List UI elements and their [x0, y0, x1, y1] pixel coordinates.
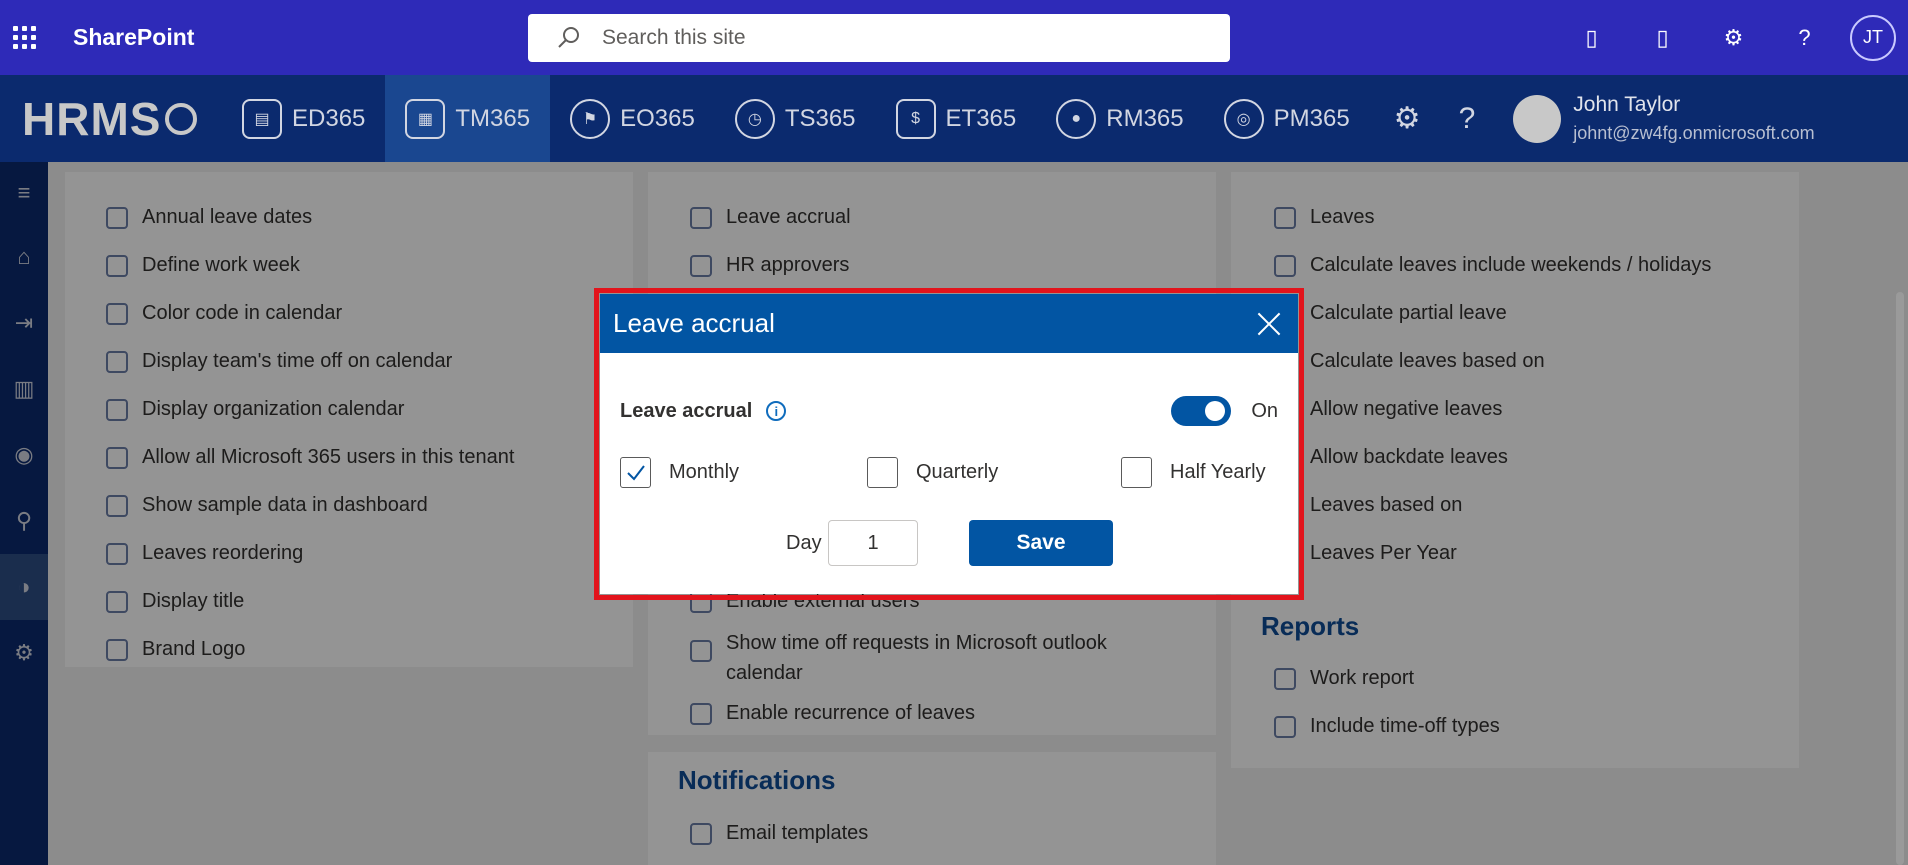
module-label: ED365 — [292, 104, 366, 132]
leave-accrual-dialog: Leave accrual Leave accrual i On Monthly… — [600, 294, 1298, 594]
notes-icon[interactable]: ▯ — [1556, 0, 1627, 75]
module-label: EO365 — [620, 104, 695, 132]
day-row: Day Save — [600, 520, 1298, 568]
module-ed365[interactable]: ▤ ED365 — [222, 75, 385, 162]
toggle-state-label: On — [1251, 399, 1278, 422]
brand-seal-icon — [165, 102, 198, 135]
user-avatar — [1513, 94, 1562, 143]
search-icon — [558, 27, 579, 48]
hrms-logo[interactable]: HRMS — [22, 92, 222, 146]
dialog-header: Leave accrual — [600, 294, 1298, 353]
settings-gear-icon[interactable]: ⚙ — [1698, 0, 1769, 75]
performance-icon: ◎ — [1223, 98, 1264, 139]
user-name: John Taylor — [1573, 93, 1681, 116]
module-ts365[interactable]: ◷ TS365 — [715, 75, 876, 162]
page-icon[interactable]: ▯ — [1627, 0, 1698, 75]
monthly-checkbox[interactable] — [620, 457, 651, 488]
person-icon: ● — [1056, 98, 1097, 139]
search-box[interactable]: Search this site — [528, 14, 1230, 62]
half-yearly-checkbox[interactable] — [1121, 457, 1152, 488]
page-scrollbar[interactable] — [1888, 162, 1908, 865]
module-tm365[interactable]: ▦ TM365 — [385, 75, 551, 162]
calendar-icon: ▦ — [405, 98, 446, 139]
app-launcher-icon[interactable] — [0, 0, 48, 75]
expense-icon: $ — [895, 98, 936, 139]
scrollbar-thumb[interactable] — [1896, 292, 1904, 865]
option-monthly[interactable]: Monthly — [620, 457, 739, 488]
module-et365[interactable]: $ ET365 — [876, 75, 1037, 162]
suite-bar: SharePoint Search this site ▯ ▯ ⚙ ? JT — [0, 0, 1908, 75]
user-email: johnt@zw4fg.onmicrosoft.com — [1573, 123, 1815, 143]
module-label: TM365 — [455, 104, 531, 132]
employee-directory-icon: ▤ — [242, 98, 282, 139]
accrual-toggle[interactable] — [1171, 396, 1232, 426]
day-input[interactable] — [828, 520, 918, 566]
module-label: PM365 — [1273, 104, 1350, 132]
onboarding-icon: ⚑ — [570, 98, 611, 139]
info-icon[interactable]: i — [766, 401, 787, 421]
option-label: Quarterly — [916, 461, 999, 483]
dialog-title: Leave accrual — [613, 308, 775, 338]
toggle-knob — [1205, 401, 1226, 421]
clock-icon: ◷ — [734, 98, 775, 139]
search-placeholder: Search this site — [602, 26, 746, 49]
account-avatar[interactable]: JT — [1850, 14, 1896, 61]
app-settings-icon[interactable]: ⚙ — [1394, 101, 1421, 136]
hrms-app-bar: HRMS ▤ ED365 ▦ TM365 ⚑ EO365 ◷ TS365 $ ET365 … — [0, 75, 1908, 162]
option-quarterly[interactable]: Quarterly — [867, 457, 998, 488]
day-label: Day — [786, 532, 822, 554]
save-button[interactable]: Save — [969, 520, 1113, 566]
module-rm365[interactable]: ● RM365 — [1036, 75, 1203, 162]
option-label: Monthly — [669, 461, 740, 483]
module-eo365[interactable]: ⚑ EO365 — [550, 75, 715, 162]
hrms-brand-text: HRMS — [22, 92, 162, 145]
close-icon[interactable] — [1254, 309, 1284, 339]
quarterly-checkbox[interactable] — [867, 457, 898, 488]
option-label: Half Yearly — [1170, 461, 1266, 483]
module-pm365[interactable]: ◎ PM365 — [1204, 75, 1370, 162]
accrual-toggle-row: Leave accrual i On — [620, 391, 1278, 431]
option-half-yearly[interactable]: Half Yearly — [1121, 457, 1266, 488]
checkmark-icon — [626, 464, 645, 481]
module-label: RM365 — [1106, 104, 1184, 132]
accrual-label: Leave accrual — [620, 399, 753, 422]
accrual-frequency-row: Monthly Quarterly Half Yearly — [620, 457, 1278, 493]
module-label: ET365 — [945, 104, 1017, 132]
app-help-icon[interactable]: ? — [1459, 102, 1476, 136]
sharepoint-title[interactable]: SharePoint — [73, 24, 194, 51]
user-profile[interactable]: John Taylor johnt@zw4fg.onmicrosoft.com — [1513, 93, 1815, 144]
help-icon[interactable]: ? — [1769, 0, 1840, 75]
module-label: TS365 — [784, 104, 856, 132]
